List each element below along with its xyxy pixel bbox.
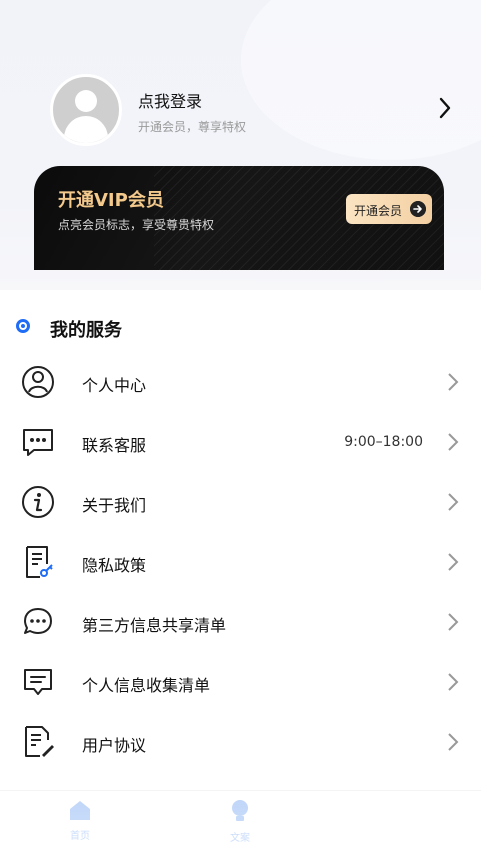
document-sign-icon [25,726,54,757]
vip-description: 点亮会员标志，享受尊贵特权 [58,218,215,232]
chat-dots-icon [24,608,52,634]
avatar[interactable] [50,74,122,146]
login-prompt[interactable]: 点我登录 [138,88,202,112]
tab-home[interactable]: 首页 [50,799,110,842]
vip-title: 开通VIP会员 [58,190,164,211]
service-hours: 9:00–18:00 [344,434,423,450]
chevron-right-icon [448,613,459,631]
tab-label: 文案 [230,833,250,844]
chevron-right-icon [448,733,459,751]
service-item-customer-service[interactable]: 联系客服 9:00–18:00 [0,412,481,472]
login-subtitle: 开通会员，尊享特权 [138,120,247,134]
home-icon [70,801,90,820]
section-title: 我的服务 [50,320,122,341]
service-item-user-agreement[interactable]: 用户协议 [0,712,481,772]
chevron-right-icon [448,673,459,691]
service-item-label: 隐私政策 [82,556,147,575]
arrow-right-circle-icon [410,201,426,217]
info-icon [22,486,54,518]
chevron-right-icon [448,433,459,451]
chevron-right-icon[interactable] [438,96,452,120]
open-vip-button-label: 开通会员 [354,204,403,218]
chevron-right-icon [448,553,459,571]
service-item-personal-info-collection[interactable]: 个人信息收集清单 [0,652,481,712]
service-item-label: 联系客服 [82,436,147,455]
service-item-label: 用户协议 [82,736,147,755]
service-item-personal-center[interactable]: 个人中心 [0,352,481,412]
service-item-label: 第三方信息共享清单 [82,616,227,635]
chat-bubble-icon [23,429,53,456]
service-item-label: 个人中心 [82,376,147,395]
document-key-icon [26,546,53,578]
service-item-third-party-sharing[interactable]: 第三方信息共享清单 [0,592,481,652]
section-dot-icon [16,319,30,333]
message-lines-icon [24,669,52,695]
profile-login-card[interactable]: 点我登录 开通会员，尊享特权 [50,74,460,148]
chevron-right-icon [448,493,459,511]
lightbulb-icon [232,800,248,821]
user-circle-icon [22,366,54,398]
tab-copywriting[interactable]: 文案 [210,799,270,844]
service-item-privacy-policy[interactable]: 隐私政策 [0,532,481,592]
open-vip-button[interactable]: 开通会员 [346,194,432,224]
service-item-label: 个人信息收集清单 [82,676,211,695]
tab-label: 首页 [70,831,90,842]
service-item-label: 关于我们 [82,496,147,515]
vip-banner[interactable]: 开通VIP会员 点亮会员标志，享受尊贵特权 开通会员 [34,166,444,270]
bottom-tab-bar: 首页 文案 [0,790,481,856]
chevron-right-icon [448,373,459,391]
service-item-about-us[interactable]: 关于我们 [0,472,481,532]
